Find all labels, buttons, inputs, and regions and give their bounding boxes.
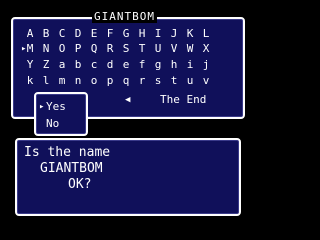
letter-key[interactable]: I xyxy=(150,27,166,41)
name-title: GIANTBOM xyxy=(92,10,157,23)
letter-key[interactable]: d xyxy=(102,58,118,72)
letter-key[interactable]: S xyxy=(118,42,134,56)
letter-key[interactable]: Q xyxy=(86,42,102,56)
no-option[interactable]: No xyxy=(46,117,59,131)
letter-key[interactable]: W xyxy=(182,42,198,56)
letter-key[interactable]: B xyxy=(38,27,54,41)
letter-key[interactable]: V xyxy=(166,42,182,56)
letter-key[interactable]: R xyxy=(102,42,118,56)
letter-key[interactable]: L xyxy=(198,27,214,41)
end-button[interactable]: The End xyxy=(160,93,206,107)
letter-key[interactable]: s xyxy=(150,74,166,88)
letter-key[interactable]: F xyxy=(102,27,118,41)
letter-key[interactable]: o xyxy=(86,74,102,88)
letter-key[interactable]: j xyxy=(198,58,214,72)
letter-key[interactable]: f xyxy=(134,58,150,72)
back-arrow-icon[interactable]: ◀ xyxy=(125,93,130,107)
letter-key[interactable]: l xyxy=(38,74,54,88)
letter-row-2: MNOPQRSTUVWX xyxy=(22,42,214,56)
letter-key[interactable]: u xyxy=(182,74,198,88)
letter-row-1: ABCDEFGHIJKL xyxy=(22,27,214,41)
letter-key[interactable]: k xyxy=(22,74,38,88)
letter-key[interactable]: Y xyxy=(22,58,38,72)
letter-key[interactable]: v xyxy=(198,74,214,88)
letter-key[interactable]: N xyxy=(38,42,54,56)
letter-key[interactable]: A xyxy=(22,27,38,41)
letter-key[interactable]: U xyxy=(150,42,166,56)
confirm-cursor-icon: ▸ xyxy=(39,102,45,112)
message-line-2: GIANTBOM xyxy=(40,161,103,176)
letter-key[interactable]: n xyxy=(70,74,86,88)
letter-key[interactable]: t xyxy=(166,74,182,88)
letter-key[interactable]: E xyxy=(86,27,102,41)
confirm-panel xyxy=(34,92,88,136)
letter-key[interactable]: e xyxy=(118,58,134,72)
letter-key[interactable]: M xyxy=(22,42,38,56)
letter-row-4: klmnopqrstuv xyxy=(22,74,214,88)
letter-key[interactable]: O xyxy=(54,42,70,56)
yes-option[interactable]: Yes xyxy=(46,100,66,114)
letter-key[interactable]: T xyxy=(134,42,150,56)
letter-key[interactable]: G xyxy=(118,27,134,41)
letter-key[interactable]: m xyxy=(54,74,70,88)
letter-key[interactable]: K xyxy=(182,27,198,41)
message-line-3: OK? xyxy=(68,177,92,192)
letter-key[interactable]: q xyxy=(118,74,134,88)
letter-key[interactable]: i xyxy=(182,58,198,72)
letter-key[interactable]: r xyxy=(134,74,150,88)
letter-key[interactable]: c xyxy=(86,58,102,72)
letter-key[interactable]: D xyxy=(70,27,86,41)
letter-key[interactable]: H xyxy=(134,27,150,41)
letter-key[interactable]: h xyxy=(166,58,182,72)
message-line-1: Is the name xyxy=(24,145,111,160)
letter-key[interactable]: a xyxy=(54,58,70,72)
letter-key[interactable]: C xyxy=(54,27,70,41)
letter-key[interactable]: b xyxy=(70,58,86,72)
letter-row-3: YZabcdefghij xyxy=(22,58,214,72)
letter-key[interactable]: g xyxy=(150,58,166,72)
letter-key[interactable]: P xyxy=(70,42,86,56)
letter-key[interactable]: Z xyxy=(38,58,54,72)
letter-key[interactable]: X xyxy=(198,42,214,56)
letter-key[interactable]: J xyxy=(166,27,182,41)
letter-key[interactable]: p xyxy=(102,74,118,88)
